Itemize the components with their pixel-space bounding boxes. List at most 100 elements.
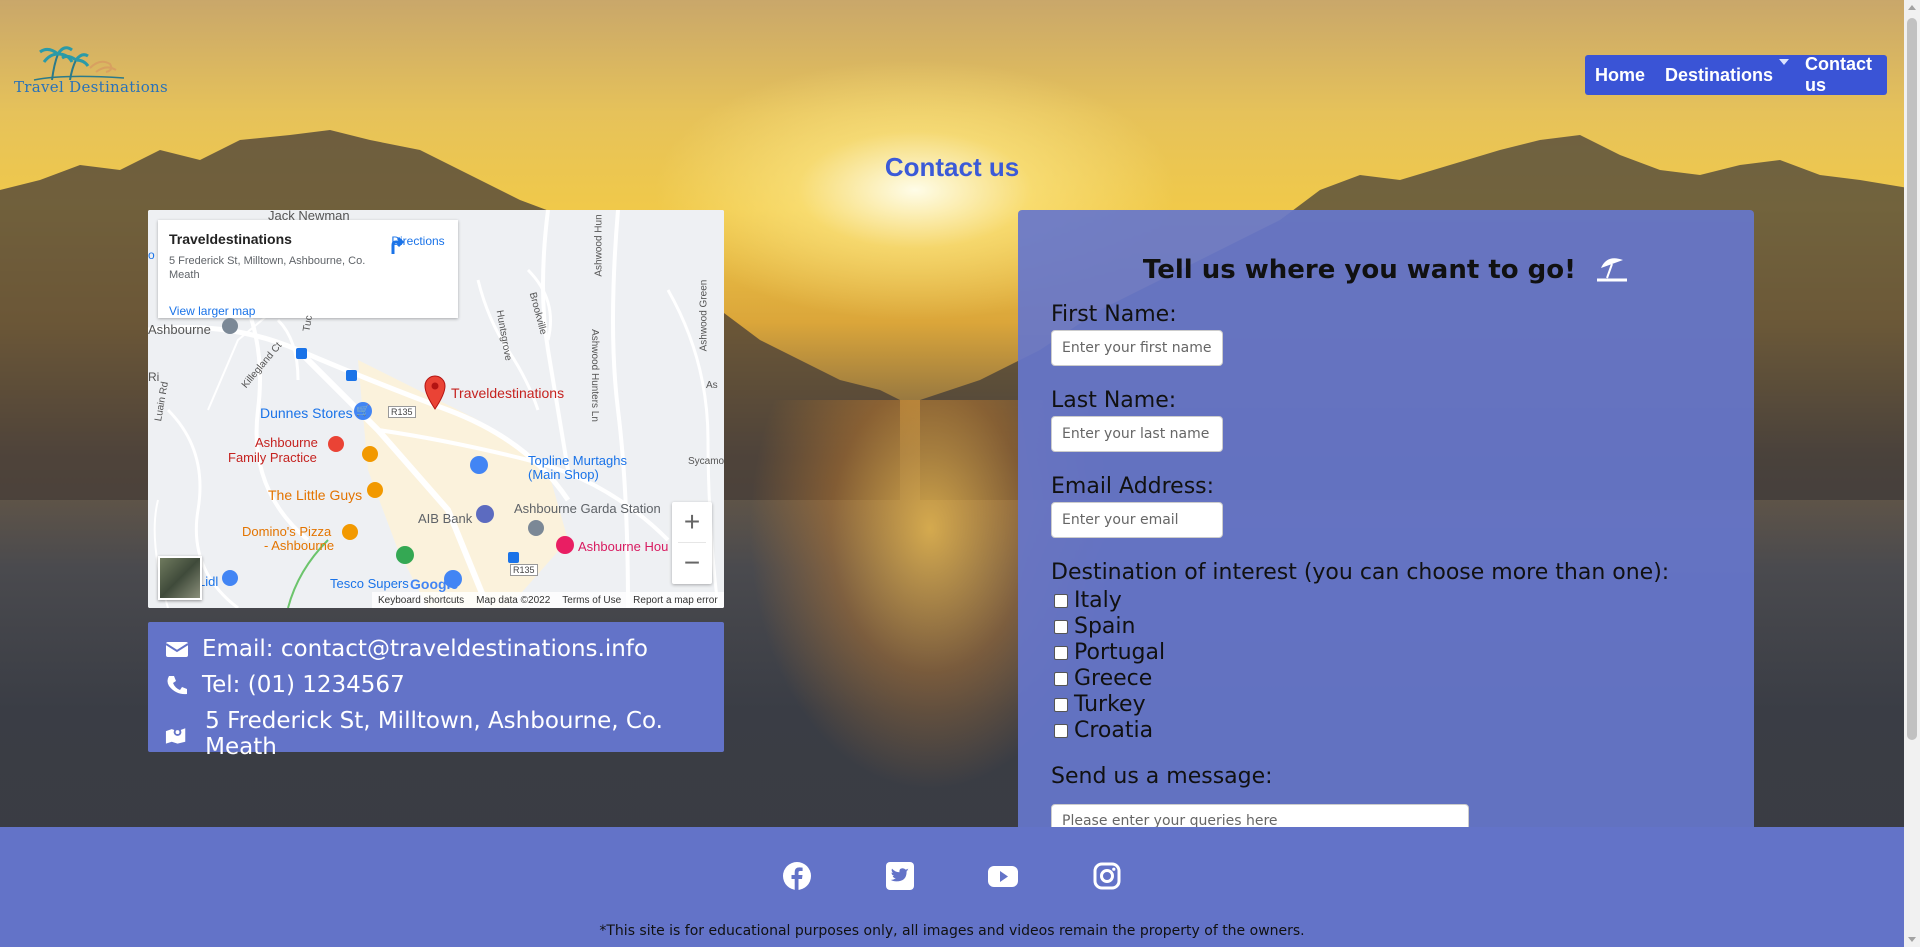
destination-label: Croatia — [1074, 718, 1154, 743]
destination-italy[interactable]: Italy — [1054, 588, 1122, 613]
map-label-as: As — [706, 380, 718, 391]
map-label-little-guys: The Little Guys — [268, 487, 363, 503]
umbrella-beach-icon — [1597, 258, 1628, 282]
map-label-ashbourne-hou: Ashbourne Hou — [578, 539, 669, 554]
destination-label: Spain — [1074, 614, 1136, 639]
contact-email-row: Email: contact@traveldestinations.info — [164, 636, 648, 662]
zoom-out-button[interactable]: − — [672, 543, 712, 583]
contact-email: Email: contact@traveldestinations.info — [202, 636, 648, 662]
directions-button[interactable]: Directions — [386, 234, 450, 254]
place-icon-2 — [222, 318, 238, 334]
checkbox[interactable] — [1054, 619, 1068, 634]
destination-label: Portugal — [1074, 640, 1166, 665]
keyboard-shortcuts-link[interactable]: Keyboard shortcuts — [378, 595, 464, 606]
email-input[interactable] — [1051, 502, 1223, 538]
site-logo[interactable]: Travel Destinations — [14, 42, 168, 102]
first-name-input[interactable] — [1051, 330, 1223, 366]
message-label: Send us a message: — [1051, 764, 1273, 789]
map-label-aib: AIB Bank — [418, 511, 473, 526]
map-label-r135-b: R135 — [510, 564, 538, 576]
destination-spain[interactable]: Spain — [1054, 614, 1135, 639]
terms-link[interactable]: Terms of Use — [562, 595, 621, 606]
map-place-card: Traveldestinations 5 Frederick St, Millt… — [158, 220, 458, 318]
report-error-link[interactable]: Report a map error — [633, 595, 717, 606]
logo-text: Travel Destinations — [14, 78, 168, 96]
contact-form: Tell us where you want to go! First Name… — [1018, 210, 1754, 844]
destinations-label: Destination of interest (you can choose … — [1051, 560, 1670, 585]
form-heading: Tell us where you want to go! — [1018, 254, 1754, 285]
map-label-topline-2: (Main Shop) — [528, 467, 599, 482]
map-place-address: 5 Frederick St, Milltown, Ashbourne, Co.… — [169, 255, 366, 281]
destination-greece[interactable]: Greece — [1054, 666, 1152, 691]
contact-tel: Tel: (01) 1234567 — [202, 672, 405, 698]
scrollbar-thumb[interactable] — [1907, 18, 1917, 740]
destination-label: Greece — [1074, 666, 1153, 691]
restaurant-icon-2 — [367, 482, 383, 498]
bus-stop-icon — [296, 348, 307, 359]
vertical-scrollbar[interactable] — [1904, 0, 1920, 947]
email-label: Email Address: — [1051, 474, 1215, 499]
map-footer: Keyboard shortcuts Map data ©2022 Terms … — [372, 592, 724, 608]
nav-home[interactable]: Home — [1585, 65, 1655, 86]
bank-icon — [476, 505, 494, 523]
map-label-ashwood-hunters: Ashwood Hunters Ln — [588, 329, 600, 422]
site-footer: *This site is for educational purposes o… — [0, 827, 1904, 947]
twitter-icon[interactable] — [885, 861, 915, 891]
contact-address: 5 Frederick St, Milltown, Ashbourne, Co.… — [205, 708, 663, 760]
destination-portugal[interactable]: Portugal — [1054, 640, 1165, 665]
last-name-label: Last Name: — [1051, 388, 1177, 413]
medical-icon — [328, 436, 344, 452]
page-title: Contact us — [884, 152, 1020, 182]
scroll-up-arrow[interactable] — [1908, 5, 1916, 10]
bus-stop-icon-3 — [508, 552, 519, 563]
youtube-icon[interactable] — [988, 861, 1018, 891]
map-label-r135-a: R135 — [388, 406, 416, 418]
map-label-garda: Ashbourne Garda Station — [514, 501, 661, 516]
map-label-dunnes: Dunnes Stores — [260, 405, 353, 421]
location-pin-icon[interactable] — [422, 374, 448, 410]
directions-icon — [391, 236, 405, 254]
checkbox[interactable] — [1054, 671, 1068, 686]
checkbox[interactable] — [1054, 697, 1068, 712]
bus-stop-icon-2 — [346, 370, 357, 381]
shopping-icon-4 — [222, 570, 238, 586]
view-larger-map-link[interactable]: View larger map — [169, 304, 255, 318]
contact-info: Email: contact@traveldestinations.info T… — [148, 622, 724, 760]
zoom-in-button[interactable]: + — [672, 502, 712, 542]
last-name-input[interactable] — [1051, 416, 1223, 452]
first-name-label: First Name: — [1051, 302, 1177, 327]
place-icon — [396, 546, 414, 564]
map-label-sycamore: Sycamo — [688, 456, 724, 467]
satellite-toggle[interactable] — [158, 556, 202, 600]
map-label-ashwood-green: Ashwood Green — [698, 279, 710, 352]
checkbox[interactable] — [1054, 723, 1068, 738]
map-place-name: Traveldestinations — [169, 231, 292, 247]
contact-address-row: 5 Frederick St, Milltown, Ashbourne, Co.… — [164, 708, 724, 760]
google-map[interactable]: Traveldestinations 5 Frederick St, Millt… — [148, 210, 724, 608]
map-marker-icon — [165, 728, 186, 744]
contact-tel-row: Tel: (01) 1234567 — [164, 672, 405, 698]
map-pin-label: Traveldestinations — [451, 385, 565, 401]
map-label-ashbourne: Ashbourne — [148, 322, 211, 337]
nav-contact-us[interactable]: Contact us — [1795, 54, 1887, 96]
envelope-icon — [165, 642, 189, 657]
main-nav: Home Destinations Contact us — [1585, 54, 1887, 96]
destination-croatia[interactable]: Croatia — [1054, 718, 1153, 743]
checkbox[interactable] — [1054, 645, 1068, 660]
map-data-text: Map data ©2022 — [476, 594, 551, 606]
facebook-icon[interactable] — [782, 861, 812, 891]
map-label-topline-1: Topline Murtaghs — [528, 453, 627, 468]
map-label-jack-newman: Jack Newman — [268, 210, 350, 223]
phone-icon — [167, 676, 187, 695]
destination-turkey[interactable]: Turkey — [1054, 692, 1146, 717]
nav-destinations[interactable]: Destinations — [1655, 58, 1795, 86]
checkbox[interactable] — [1054, 593, 1068, 608]
police-icon — [528, 520, 544, 536]
scroll-down-arrow[interactable] — [1908, 937, 1916, 942]
form-heading-text: Tell us where you want to go! — [1142, 255, 1577, 285]
map-label-ri: Ri — [148, 370, 160, 384]
google-logo: Google — [410, 576, 459, 592]
hotel-icon — [556, 536, 574, 554]
instagram-icon[interactable] — [1092, 861, 1122, 891]
map-label-tesco: Tesco Supers — [330, 576, 409, 591]
